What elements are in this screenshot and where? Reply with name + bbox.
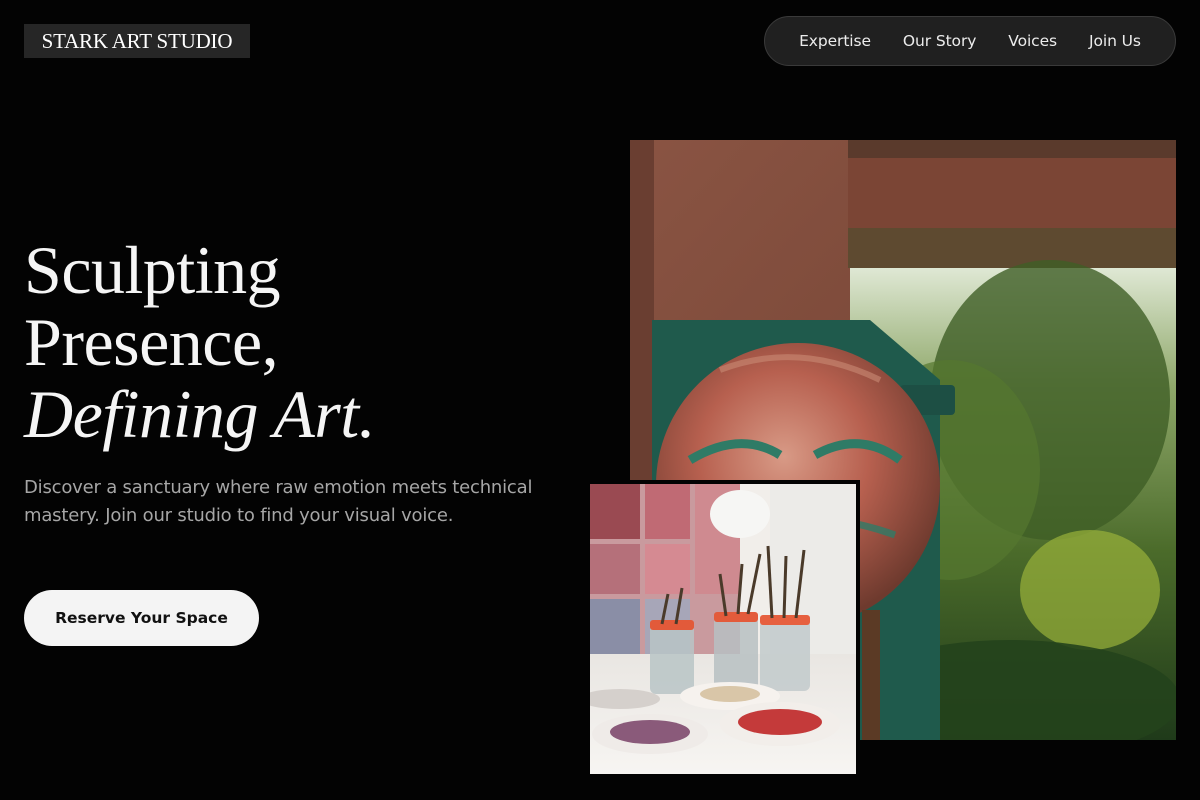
reserve-space-button-label: Reserve Your Space xyxy=(55,609,228,627)
nav-item-join-us[interactable]: Join Us xyxy=(1089,32,1141,50)
brand-name: STARK ART STUDIO xyxy=(41,28,233,53)
brand-logo[interactable]: STARK ART STUDIO xyxy=(24,24,250,58)
hero-secondary-image xyxy=(586,480,860,778)
nav-item-expertise[interactable]: Expertise xyxy=(799,32,871,50)
hero-subtitle: Discover a sanctuary where raw emotion m… xyxy=(24,477,533,526)
hero-title: Sculpting Presence, Defining Art. xyxy=(24,234,584,450)
reserve-space-button[interactable]: Reserve Your Space xyxy=(24,590,259,646)
hero-title-line-1: Sculpting xyxy=(24,232,281,308)
hero-title-line-3: Defining Art. xyxy=(24,376,376,452)
main-nav: Expertise Our Story Voices Join Us xyxy=(764,16,1176,66)
nav-item-voices[interactable]: Voices xyxy=(1008,32,1057,50)
hero-title-line-2: Presence, xyxy=(24,304,279,380)
nav-item-our-story[interactable]: Our Story xyxy=(903,32,976,50)
